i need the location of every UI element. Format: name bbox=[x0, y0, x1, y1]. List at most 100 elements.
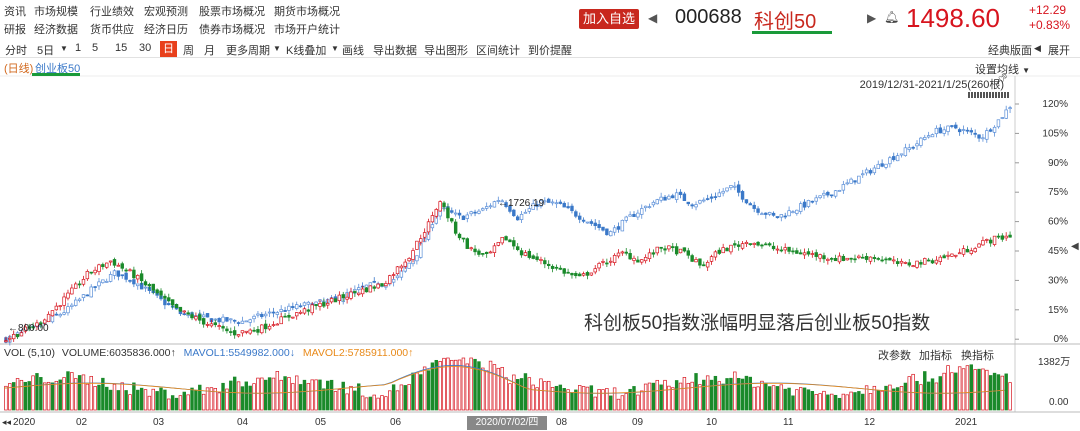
compare-candle bbox=[872, 165, 877, 175]
volume-bar bbox=[643, 383, 648, 411]
main-candle bbox=[659, 246, 663, 253]
compare-candle bbox=[632, 211, 636, 218]
compare-candle bbox=[686, 201, 690, 207]
volume-bar bbox=[345, 393, 349, 411]
main-candle bbox=[364, 287, 369, 293]
compare-candle bbox=[810, 200, 815, 204]
main-candle bbox=[923, 257, 927, 265]
compare-candle bbox=[845, 179, 849, 186]
volume-bar bbox=[139, 387, 144, 411]
volume-bar bbox=[302, 379, 307, 411]
volume-bar bbox=[934, 382, 939, 411]
compare-candle bbox=[77, 297, 82, 303]
compare-candle bbox=[574, 209, 578, 219]
volume-bar bbox=[388, 390, 392, 411]
kline-chart[interactable]: 120% 105% 90% 75% 60% 45% 30% 15% 0% bbox=[0, 0, 1080, 431]
main-candle bbox=[985, 238, 989, 244]
main-candle bbox=[531, 254, 535, 260]
main-candle bbox=[616, 249, 621, 259]
volume-bar bbox=[384, 396, 388, 411]
compare-candle bbox=[597, 220, 601, 231]
volume-bar bbox=[671, 387, 675, 411]
volume-bar bbox=[1000, 375, 1005, 411]
volume-bar bbox=[950, 372, 954, 411]
volume-bar bbox=[550, 387, 555, 411]
volume-bar bbox=[899, 386, 904, 411]
main-candle bbox=[178, 306, 183, 312]
marker-tick bbox=[977, 92, 979, 98]
volume-bar bbox=[504, 377, 508, 411]
volume-bar bbox=[326, 380, 330, 411]
compare-candle bbox=[651, 200, 656, 208]
x-label-2021: 2021 bbox=[955, 417, 978, 428]
marker-tick bbox=[968, 92, 970, 98]
volume-bar bbox=[876, 390, 880, 411]
main-candle bbox=[388, 274, 392, 285]
volume-bar bbox=[473, 358, 477, 411]
main-candle bbox=[1000, 233, 1005, 242]
compare-candle bbox=[484, 202, 489, 211]
switch-indicator-button[interactable]: 换指标 bbox=[961, 347, 994, 363]
compare-candle bbox=[985, 127, 989, 143]
volume-bar bbox=[380, 395, 384, 411]
main-candle bbox=[539, 256, 543, 265]
main-candle bbox=[705, 260, 710, 271]
compare-candle bbox=[128, 279, 132, 284]
compare-candle bbox=[295, 301, 299, 311]
volume-bar bbox=[853, 392, 857, 411]
main-candle bbox=[876, 256, 880, 261]
marker-tick bbox=[989, 92, 991, 98]
volume-bar bbox=[624, 393, 628, 411]
volume-bar bbox=[403, 385, 407, 411]
volume-bar bbox=[632, 386, 636, 411]
volume-bar bbox=[717, 381, 721, 411]
compare-candle bbox=[620, 219, 625, 232]
marker-tick bbox=[995, 92, 997, 98]
main-candle bbox=[302, 307, 307, 315]
pin-icon[interactable]: 📌︎ bbox=[995, 74, 1008, 85]
scroll-left-icon[interactable]: ◂◂ bbox=[2, 417, 11, 428]
compare-candle bbox=[415, 255, 419, 265]
volume-bar bbox=[593, 396, 597, 411]
main-candle bbox=[736, 240, 741, 251]
main-candle bbox=[702, 261, 706, 267]
main-candle bbox=[213, 319, 217, 328]
compare-candle bbox=[267, 308, 272, 318]
compare-candle bbox=[605, 228, 609, 236]
compare-candle bbox=[523, 209, 528, 214]
main-candle bbox=[221, 324, 225, 332]
compare-candle bbox=[550, 199, 555, 206]
main-candle bbox=[605, 258, 609, 268]
volume-bar bbox=[605, 388, 609, 411]
volume-bar bbox=[543, 381, 547, 411]
volume-bar bbox=[217, 392, 221, 411]
main-candle bbox=[271, 321, 276, 327]
volume-bar bbox=[647, 382, 652, 411]
compare-candle bbox=[663, 194, 667, 201]
high-price-value: 1726.19 bbox=[508, 198, 545, 209]
main-candle bbox=[453, 219, 458, 236]
main-candle bbox=[562, 268, 566, 277]
main-candle bbox=[112, 257, 117, 268]
add-indicator-button[interactable]: 加指标 bbox=[919, 347, 952, 363]
marker-tick bbox=[998, 92, 1000, 98]
marker-tick bbox=[980, 92, 982, 98]
main-candle bbox=[589, 272, 594, 277]
x-label-03: 03 bbox=[153, 417, 165, 428]
volume-bar bbox=[981, 368, 985, 411]
volume-bar bbox=[678, 382, 683, 411]
main-candle bbox=[512, 237, 516, 250]
volume-bar bbox=[39, 377, 43, 411]
compare-candle bbox=[453, 209, 458, 217]
edit-params-button[interactable]: 改参数 bbox=[878, 347, 911, 363]
main-candle bbox=[481, 253, 485, 257]
y-tick-label: 15% bbox=[1048, 305, 1068, 316]
compare-candle bbox=[767, 211, 772, 217]
volume-bar bbox=[62, 377, 66, 411]
y-tick-label: 120% bbox=[1042, 99, 1068, 110]
main-candle bbox=[283, 313, 287, 318]
volume-bar bbox=[992, 372, 997, 411]
volume-bar bbox=[783, 388, 787, 411]
volume-bar bbox=[108, 389, 113, 411]
compare-candle bbox=[108, 271, 113, 283]
